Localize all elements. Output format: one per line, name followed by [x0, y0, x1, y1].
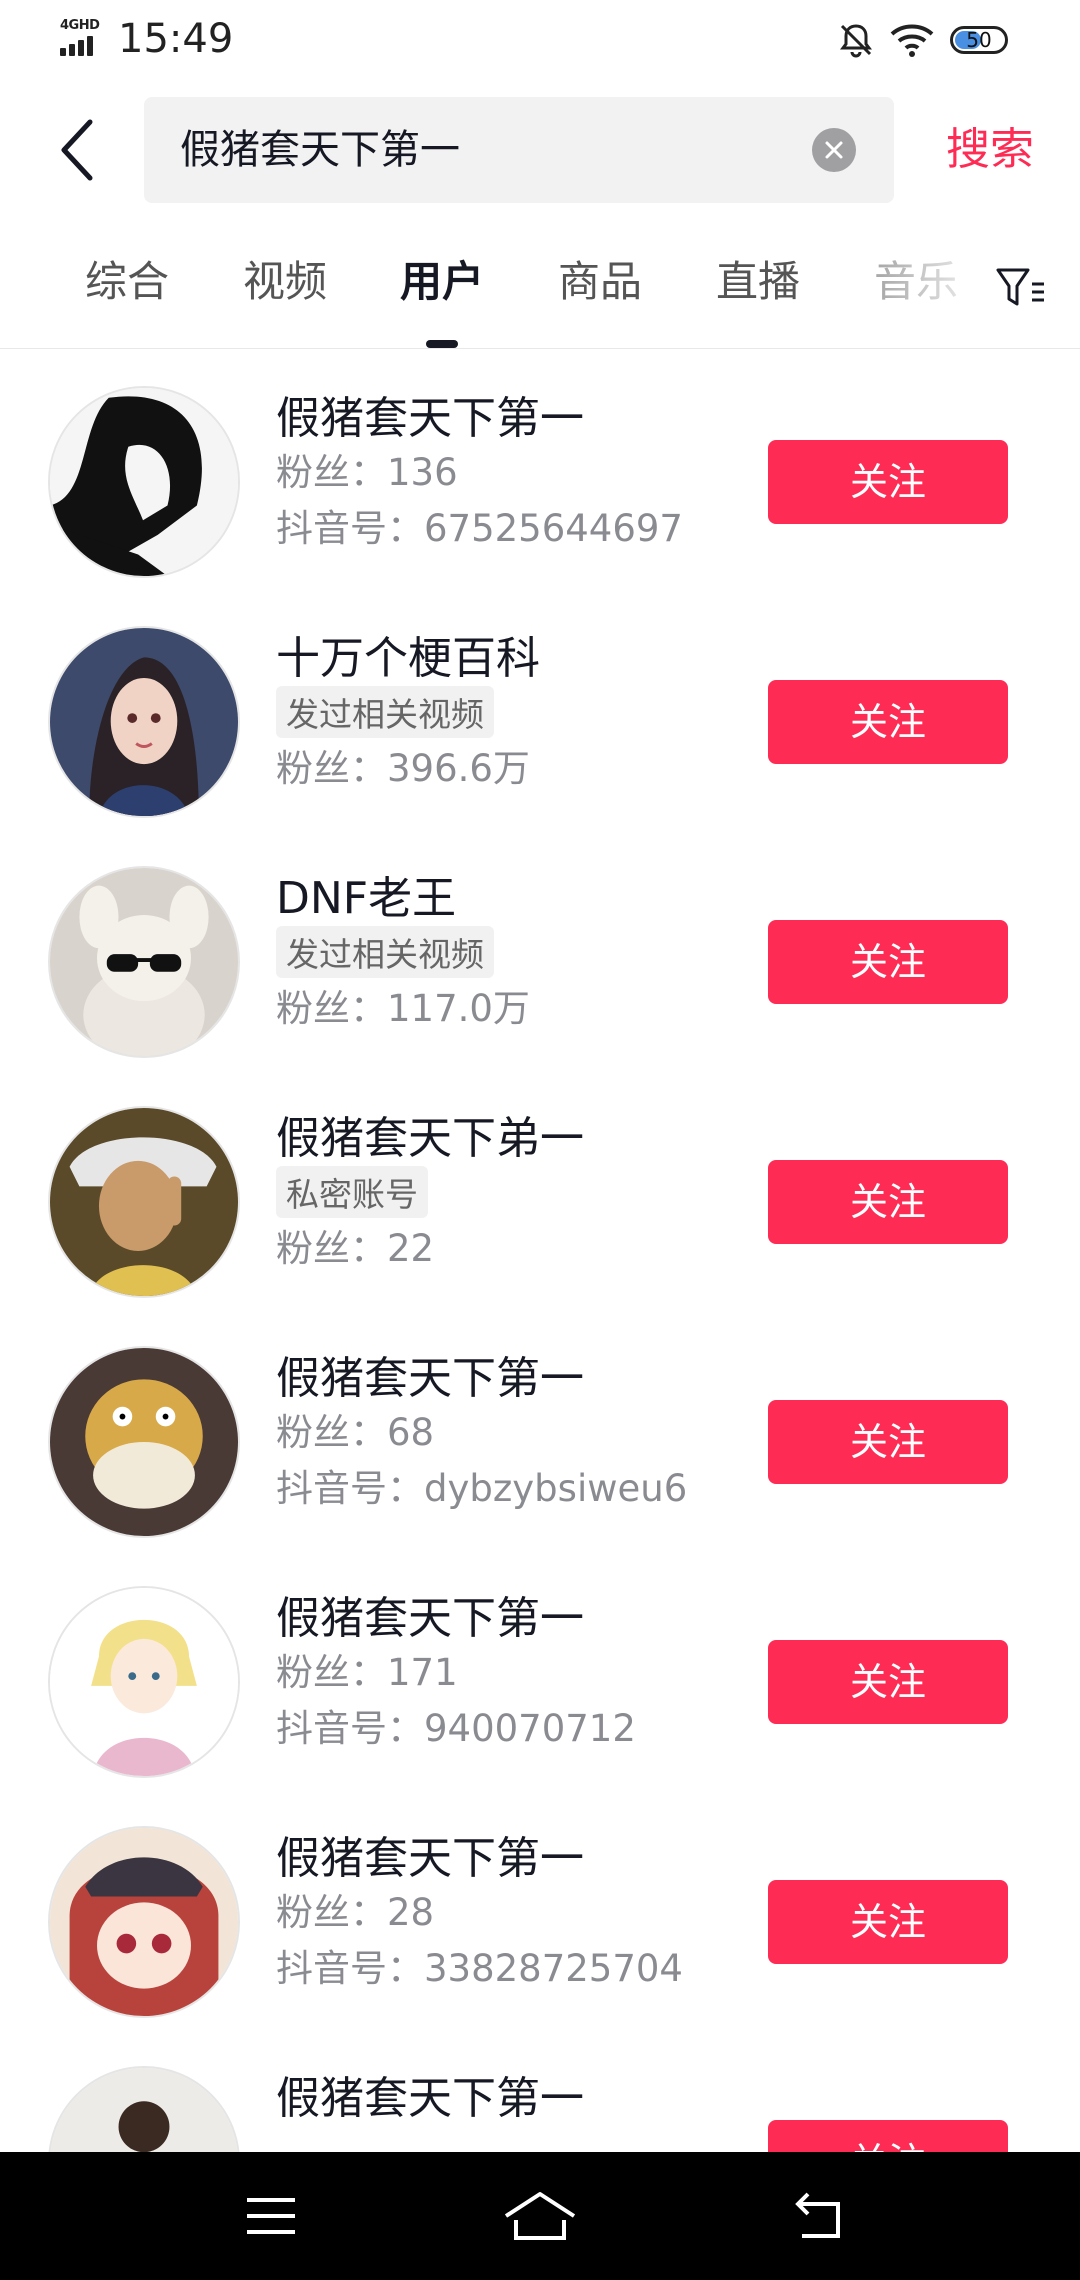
user-avatar[interactable]: [48, 1106, 240, 1298]
follow-button[interactable]: 关注: [768, 680, 1008, 764]
search-input[interactable]: 假猪套天下第一: [144, 97, 894, 203]
filter-icon[interactable]: [994, 258, 1046, 318]
douyin-id: 抖音号：33828725704: [276, 1947, 683, 1990]
status-bar: 4GHD 15:49 50: [0, 0, 1080, 84]
user-avatar[interactable]: [48, 386, 240, 578]
user-row[interactable]: 假猪套天下弟一 私密账号 粉丝：22 关注: [0, 1082, 1080, 1322]
follower-count: 粉丝：396.6万: [276, 747, 530, 790]
tab-products[interactable]: 商品: [530, 240, 670, 348]
follow-button[interactable]: 关注: [768, 1160, 1008, 1244]
back-button[interactable]: [48, 108, 108, 192]
follow-button[interactable]: 关注: [768, 2120, 1008, 2152]
result-tabs: 综合 视频 用户 商品 直播 音乐: [0, 240, 1080, 349]
user-avatar[interactable]: [48, 1346, 240, 1538]
follower-count: 粉丝：68: [276, 1411, 435, 1454]
wifi-icon: [890, 24, 934, 57]
back-arrow-icon[interactable]: [792, 2186, 852, 2246]
follower-count: 粉丝：136: [276, 451, 458, 494]
user-row[interactable]: 假猪套天下第一 粉丝：68 抖音号：dybzybsiweu6 关注: [0, 1322, 1080, 1562]
battery-icon: 50: [950, 26, 1008, 54]
tab-live[interactable]: 直播: [688, 240, 828, 348]
tab-users[interactable]: 用户: [372, 240, 512, 348]
chevron-left-icon: [61, 119, 93, 181]
follower-count: 粉丝：28: [276, 1891, 435, 1934]
user-row[interactable]: DNF老王 发过相关视频 粉丝：117.0万 关注: [0, 842, 1080, 1082]
user-row[interactable]: 十万个梗百科 发过相关视频 粉丝：396.6万 关注: [0, 602, 1080, 842]
user-avatar[interactable]: [48, 1586, 240, 1778]
douyin-id: 抖音号：67525644697: [276, 507, 683, 550]
related-video-tag: 发过相关视频: [276, 926, 494, 978]
user-row[interactable]: 假猪套天下第一 粉丝：28 抖音号：33828725704 关注: [0, 1802, 1080, 2042]
follow-button[interactable]: 关注: [768, 1640, 1008, 1724]
private-account-tag: 私密账号: [276, 1166, 428, 1218]
user-name: 假猪套天下第一: [276, 1833, 584, 1884]
home-icon[interactable]: [502, 2186, 578, 2246]
related-video-tag: 发过相关视频: [276, 686, 494, 738]
user-row[interactable]: 假猪套天下第一 粉丝：171 抖音号：940070712 关注: [0, 1562, 1080, 1802]
follow-button[interactable]: 关注: [768, 920, 1008, 1004]
tabs-fade: [880, 240, 1000, 340]
status-time: 15:49: [118, 16, 234, 62]
user-avatar[interactable]: [48, 866, 240, 1058]
user-name: 假猪套天下第一: [276, 1593, 584, 1644]
tab-videos[interactable]: 视频: [215, 240, 355, 348]
close-icon: [825, 141, 843, 159]
follow-button[interactable]: 关注: [768, 1880, 1008, 1964]
user-name: 假猪套天下第一: [276, 393, 584, 444]
follow-button[interactable]: 关注: [768, 1400, 1008, 1484]
user-name: 假猪套天下第一: [276, 1353, 584, 1404]
follower-count: 粉丝：22: [276, 1227, 435, 1270]
follower-count: 粉丝：117.0万: [276, 987, 530, 1030]
tab-comprehensive[interactable]: 综合: [57, 240, 197, 348]
user-name: 十万个梗百科: [276, 633, 540, 684]
active-tab-indicator: [426, 340, 458, 348]
battery-level: 50: [966, 28, 992, 52]
search-button[interactable]: 搜索: [930, 97, 1050, 203]
user-avatar[interactable]: [48, 2066, 240, 2152]
bell-muted-icon: [840, 24, 872, 58]
clear-search-button[interactable]: [812, 128, 856, 172]
douyin-id: 抖音号：dybzybsiweu6: [276, 1467, 688, 1510]
menu-icon[interactable]: [241, 2186, 301, 2246]
follow-button[interactable]: 关注: [768, 440, 1008, 524]
signal-icon: 4GHD: [60, 18, 104, 58]
user-avatar[interactable]: [48, 1826, 240, 2018]
user-row[interactable]: 假猪套天下第一 粉丝：136 抖音号：67525644697 关注: [0, 362, 1080, 602]
system-nav-bar: [0, 2152, 1080, 2280]
user-result-list: 假猪套天下第一 粉丝：136 抖音号：67525644697 关注 十万个梗百科…: [0, 362, 1080, 2152]
user-avatar[interactable]: [48, 626, 240, 818]
follower-count: 粉丝：171: [276, 1651, 458, 1694]
user-name: 假猪套天下弟一: [276, 1113, 584, 1164]
network-type: 4GHD: [60, 18, 100, 33]
user-row[interactable]: 假猪套天下第一 关注: [0, 2042, 1080, 2152]
douyin-id: 抖音号：940070712: [276, 1707, 636, 1750]
search-query: 假猪套天下第一: [180, 127, 460, 173]
user-name: DNF老王: [276, 873, 457, 924]
tab-users-label: 用户: [399, 257, 484, 306]
user-name: 假猪套天下第一: [276, 2073, 584, 2124]
